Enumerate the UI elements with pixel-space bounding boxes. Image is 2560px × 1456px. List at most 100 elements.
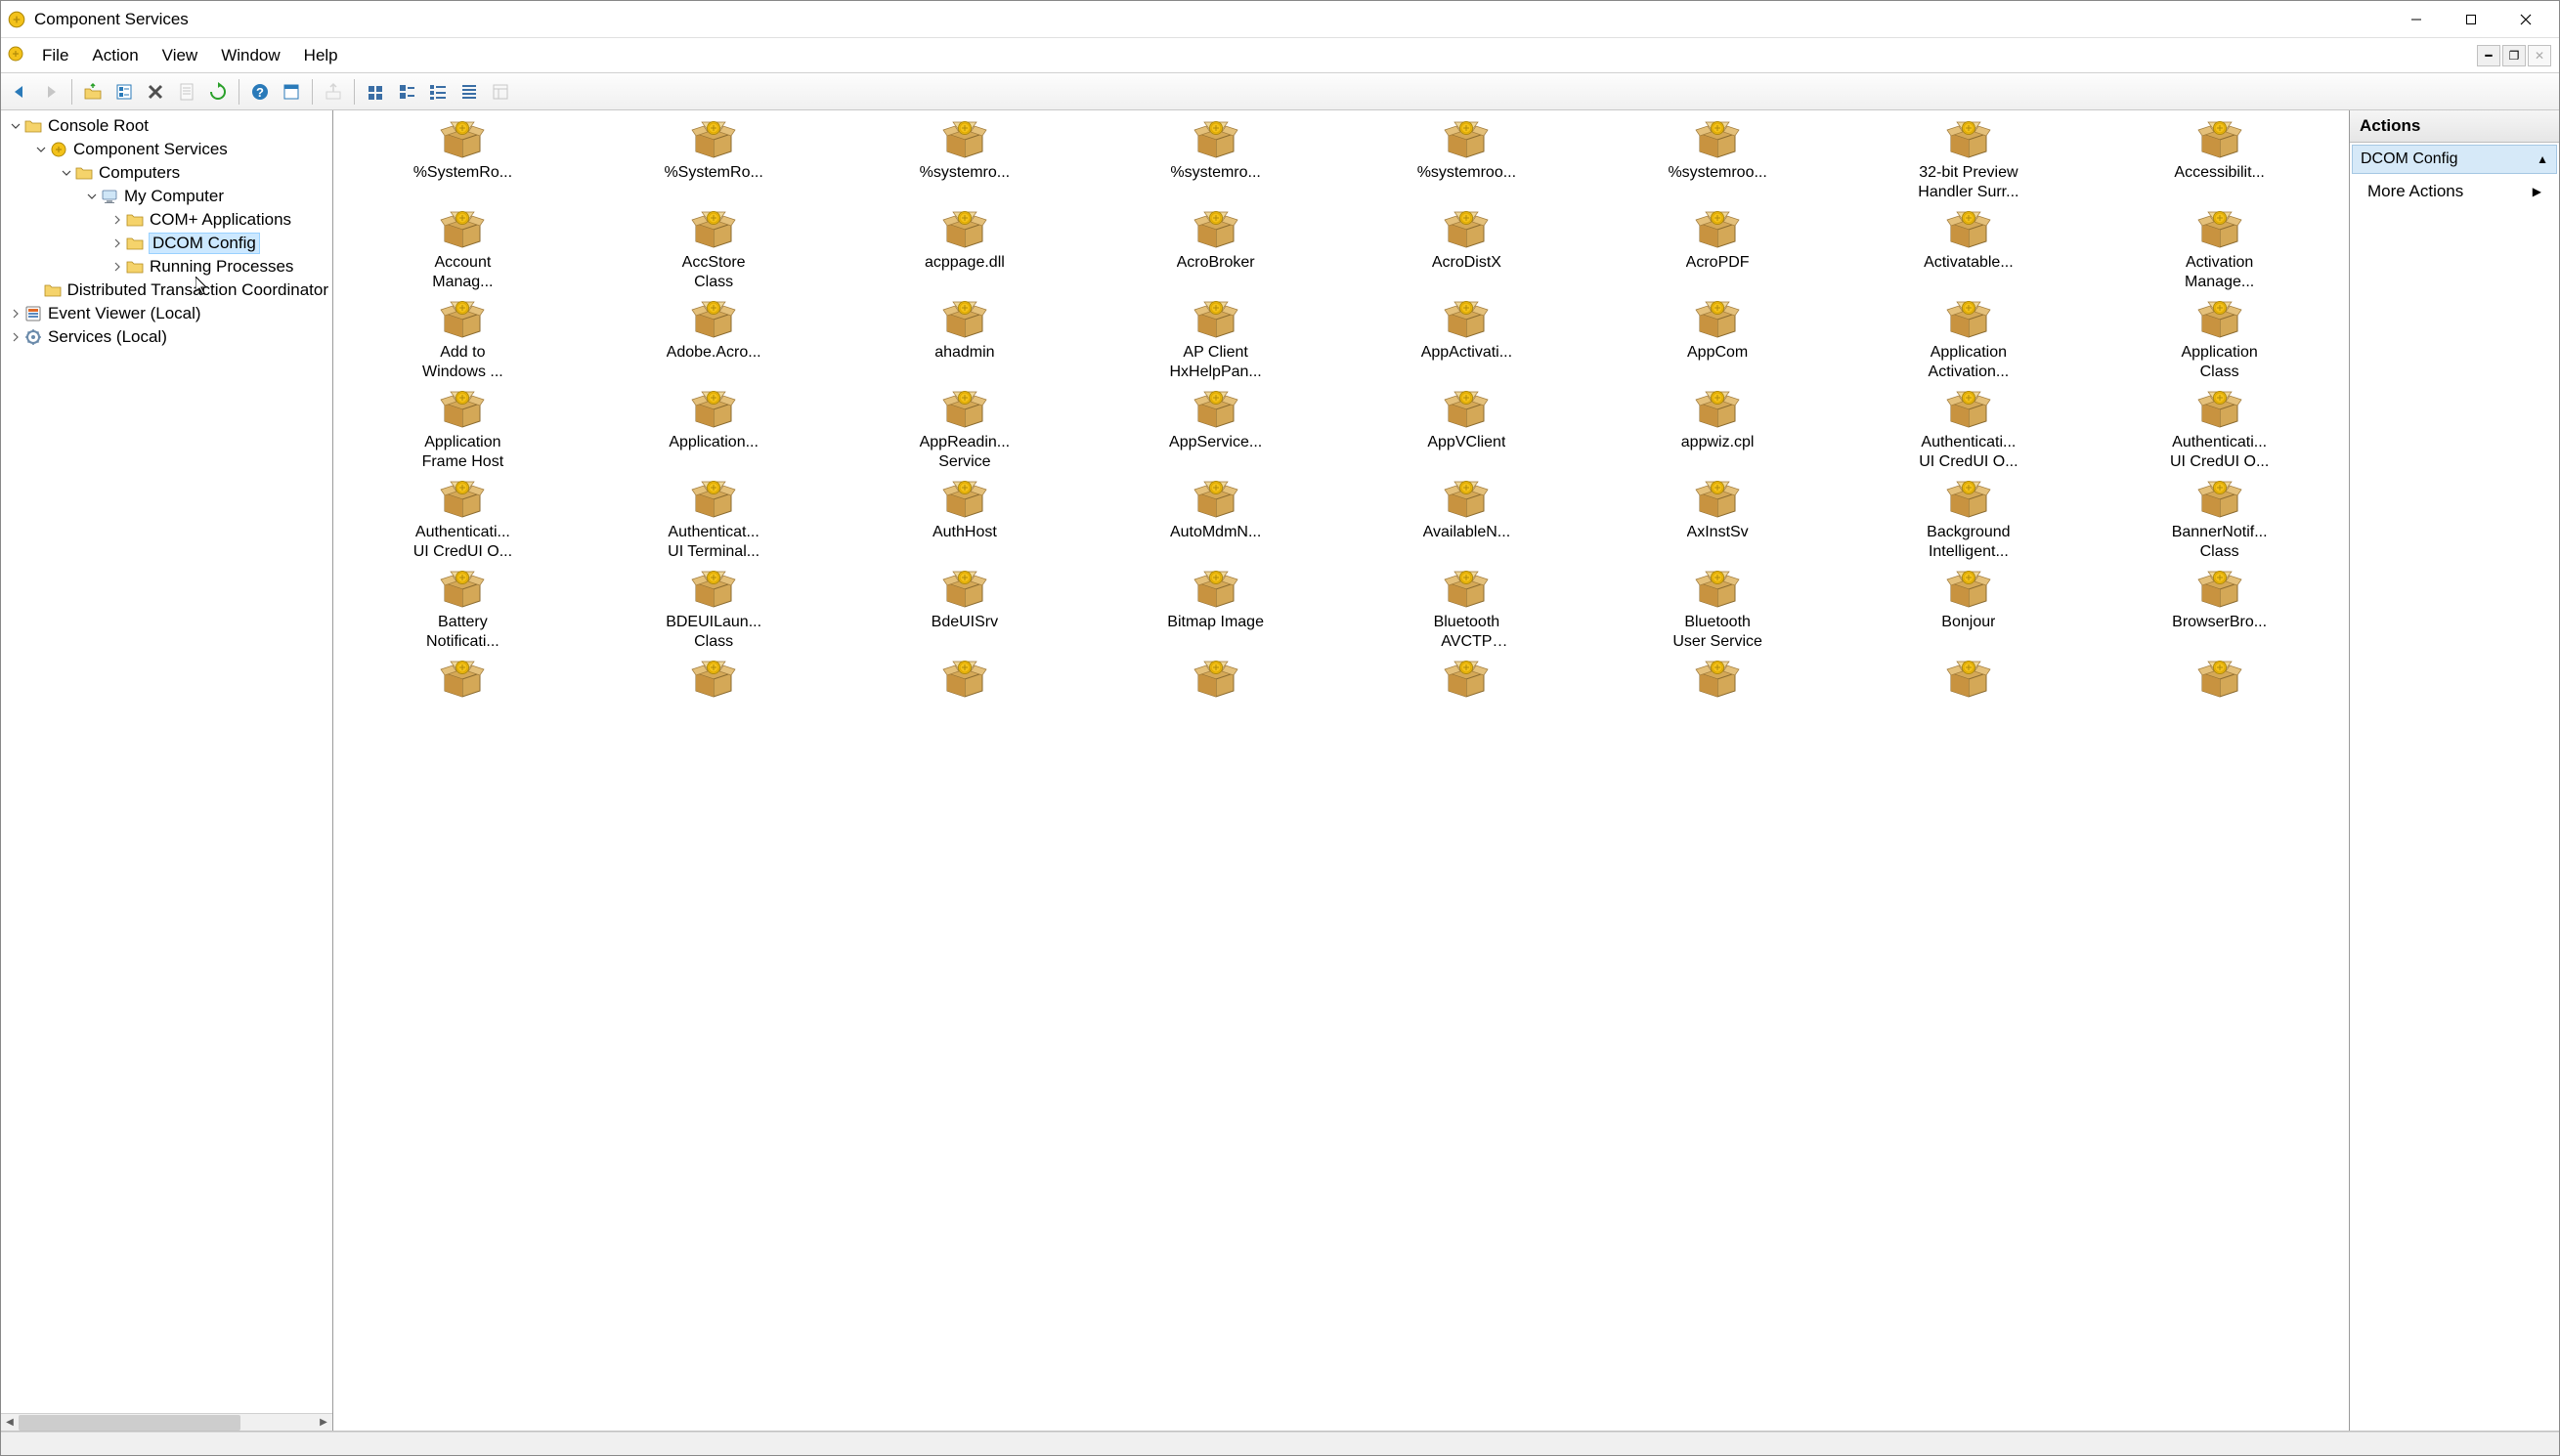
dcom-item[interactable]: AP Client HxHelpPan... (1090, 296, 1341, 386)
view-local-button[interactable] (423, 77, 453, 107)
dcom-item[interactable]: AvailableN... (1341, 476, 1592, 566)
dcom-item[interactable]: Bitmap Image (1090, 566, 1341, 656)
dcom-item[interactable]: AutoMdmN... (1090, 476, 1341, 566)
dcom-item[interactable]: AxInstSv (1592, 476, 1844, 566)
dcom-item[interactable]: Authenticati... UI CredUI O... (2094, 386, 2345, 476)
dcom-item[interactable]: Accessibilit... (2094, 116, 2345, 206)
tree-collapse-icon[interactable] (9, 119, 22, 133)
dcom-item[interactable]: AppReadin... Service (840, 386, 1091, 476)
minimize-button[interactable] (2389, 1, 2444, 38)
tree-expand-icon[interactable] (110, 260, 124, 274)
tree-expand-icon[interactable] (9, 307, 22, 321)
dcom-item[interactable]: %systemroo... (1341, 116, 1592, 206)
dcom-item[interactable]: %SystemRo... (337, 116, 588, 206)
menu-view[interactable]: View (151, 42, 210, 69)
dcom-item[interactable] (1090, 656, 1341, 707)
dcom-item[interactable]: AcroPDF (1592, 206, 1844, 296)
tree-node[interactable]: Event Viewer (Local) (1, 302, 332, 325)
collapse-icon[interactable]: ▲ (2537, 152, 2548, 166)
tree-collapse-icon[interactable] (34, 143, 48, 156)
dcom-item[interactable]: Add to Windows ... (337, 296, 588, 386)
mdi-restore[interactable]: ❐ (2502, 45, 2526, 66)
dcom-item[interactable] (1341, 656, 1592, 707)
dcom-item[interactable]: AccStore Class (588, 206, 840, 296)
dcom-item[interactable] (840, 656, 1091, 707)
dcom-item[interactable]: %systemro... (1090, 116, 1341, 206)
view-shutdown-button[interactable] (392, 77, 421, 107)
dcom-item[interactable]: acppage.dll (840, 206, 1091, 296)
dcom-item[interactable]: Application Class (2094, 296, 2345, 386)
dcom-item[interactable]: Application... (588, 386, 840, 476)
dcom-item[interactable]: appwiz.cpl (1592, 386, 1844, 476)
up-one-level-button[interactable] (78, 77, 108, 107)
dcom-item[interactable]: 32-bit Preview Handler Surr... (1844, 116, 2095, 206)
dcom-item[interactable]: BdeUISrv (840, 566, 1091, 656)
menu-help[interactable]: Help (292, 42, 350, 69)
tree-node[interactable]: Console Root (1, 114, 332, 138)
dcom-item[interactable]: AuthHost (840, 476, 1091, 566)
dcom-item[interactable]: Authenticati... UI CredUI O... (337, 476, 588, 566)
dcom-item[interactable]: Bluetooth AVCTP Service (1341, 566, 1592, 656)
view-status-button[interactable] (361, 77, 390, 107)
tree-node[interactable]: Running Processes (1, 255, 332, 278)
tree-node[interactable]: My Computer (1, 185, 332, 208)
close-button[interactable] (2498, 1, 2553, 38)
mdi-minimize[interactable]: ━ (2477, 45, 2500, 66)
tree-node[interactable]: Services (Local) (1, 325, 332, 349)
tree-node[interactable]: DCOM Config (1, 232, 332, 255)
dcom-item[interactable] (2094, 656, 2345, 707)
tree-h-scrollbar[interactable]: ◀ ▶ (1, 1413, 332, 1431)
tree-node[interactable]: Computers (1, 161, 332, 185)
menu-file[interactable]: File (30, 42, 80, 69)
tree-collapse-icon[interactable] (85, 190, 99, 203)
tree-node[interactable]: Distributed Transaction Coordinator (1, 278, 332, 302)
dcom-item[interactable]: AppActivati... (1341, 296, 1592, 386)
nav-back-button[interactable] (5, 77, 34, 107)
scroll-left-icon[interactable]: ◀ (1, 1414, 19, 1432)
help-button[interactable]: ? (245, 77, 275, 107)
window-button[interactable] (277, 77, 306, 107)
menu-action[interactable]: Action (80, 42, 150, 69)
dcom-item[interactable] (337, 656, 588, 707)
mdi-close[interactable]: ✕ (2528, 45, 2551, 66)
view-list-button[interactable] (455, 77, 484, 107)
dcom-item[interactable]: Activatable... (1844, 206, 2095, 296)
tree-expand-icon[interactable] (110, 236, 124, 250)
dcom-item[interactable]: AppService... (1090, 386, 1341, 476)
dcom-item[interactable]: AcroDistX (1341, 206, 1592, 296)
dcom-item[interactable]: BannerNotif... Class (2094, 476, 2345, 566)
dcom-item[interactable]: %SystemRo... (588, 116, 840, 206)
dcom-item[interactable]: Authenticat... UI Terminal... (588, 476, 840, 566)
dcom-item[interactable]: Account Manag... (337, 206, 588, 296)
maximize-button[interactable] (2444, 1, 2498, 38)
dcom-item[interactable]: %systemroo... (1592, 116, 1844, 206)
dcom-item[interactable] (1592, 656, 1844, 707)
actions-more[interactable]: More Actions ▶ (2350, 176, 2559, 207)
dcom-item[interactable]: AppVClient (1341, 386, 1592, 476)
dcom-item[interactable]: %systemro... (840, 116, 1091, 206)
dcom-item[interactable]: Background Intelligent... (1844, 476, 2095, 566)
delete-button[interactable] (141, 77, 170, 107)
dcom-item[interactable]: BDEUILaun... Class (588, 566, 840, 656)
tree-node[interactable]: Component Services (1, 138, 332, 161)
tree-node[interactable]: COM+ Applications (1, 208, 332, 232)
dcom-item[interactable]: Authenticati... UI CredUI O... (1844, 386, 2095, 476)
dcom-item[interactable]: Bluetooth User Service (1592, 566, 1844, 656)
dcom-item[interactable]: Adobe.Acro... (588, 296, 840, 386)
dcom-item[interactable]: ahadmin (840, 296, 1091, 386)
refresh-button[interactable] (203, 77, 233, 107)
tree-expand-icon[interactable] (110, 213, 124, 227)
dcom-item[interactable]: AppCom (1592, 296, 1844, 386)
menu-window[interactable]: Window (209, 42, 291, 69)
dcom-item[interactable] (588, 656, 840, 707)
dcom-item[interactable]: Bonjour (1844, 566, 2095, 656)
dcom-item[interactable]: AcroBroker (1090, 206, 1341, 296)
scroll-right-icon[interactable]: ▶ (315, 1414, 332, 1432)
dcom-item[interactable]: Activation Manage... (2094, 206, 2345, 296)
dcom-item[interactable]: Application Frame Host (337, 386, 588, 476)
dcom-item[interactable]: Battery Notificati... (337, 566, 588, 656)
dcom-item[interactable] (1844, 656, 2095, 707)
tree-expand-icon[interactable] (9, 330, 22, 344)
tree-collapse-icon[interactable] (60, 166, 73, 180)
actions-section[interactable]: DCOM Config ▲ (2352, 145, 2557, 174)
